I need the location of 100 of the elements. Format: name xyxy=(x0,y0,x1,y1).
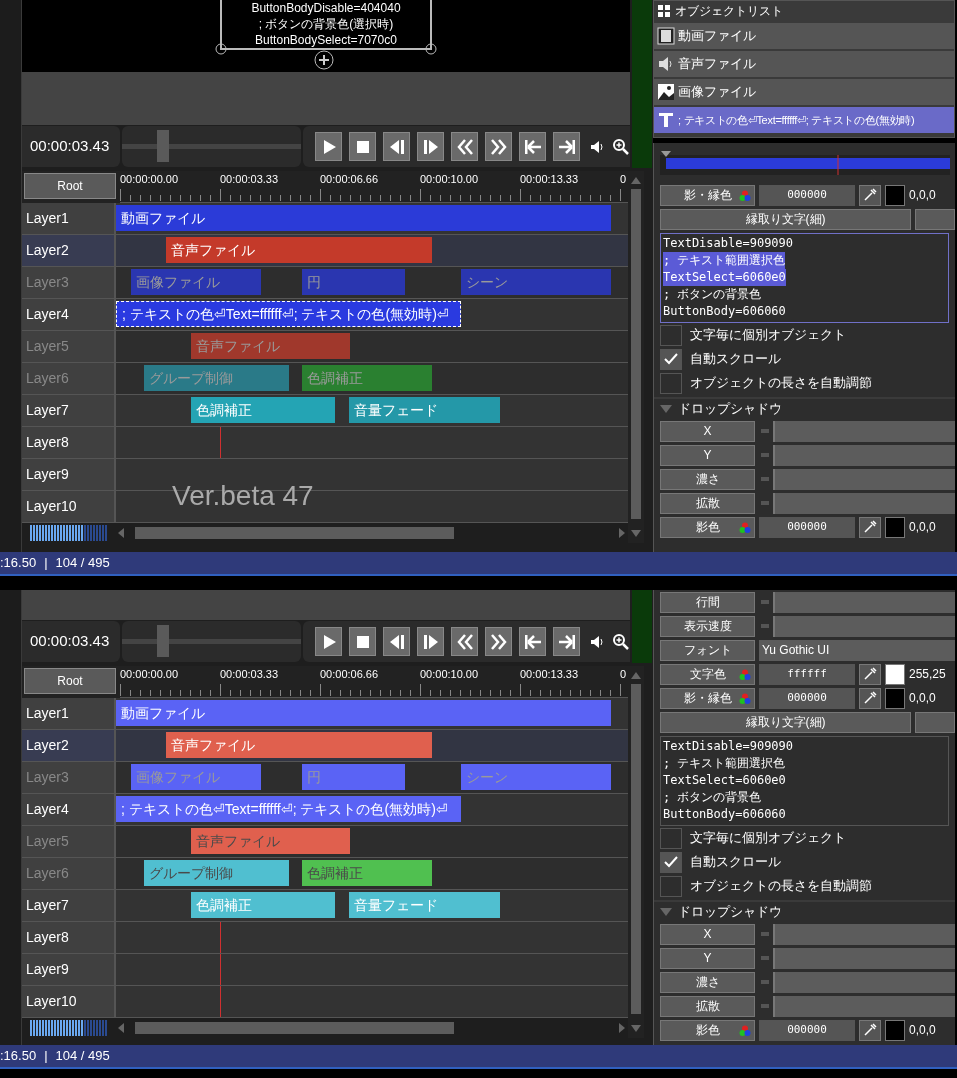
step-forward-button[interactable] xyxy=(417,132,444,161)
slider-handle[interactable] xyxy=(761,932,769,936)
eyedropper-button[interactable] xyxy=(859,516,881,538)
font-dropdown[interactable]: Yu Gothic UI xyxy=(759,639,955,661)
hex-field[interactable]: 000000 xyxy=(759,184,855,206)
timeline-clip[interactable]: 円 xyxy=(302,269,405,295)
object-mini-timeline[interactable] xyxy=(660,151,950,175)
jump-to-end-button[interactable] xyxy=(553,627,580,656)
slider-track[interactable] xyxy=(773,923,955,945)
eyedropper-button[interactable] xyxy=(859,1019,881,1041)
jump-to-start-button[interactable] xyxy=(519,627,546,656)
eyedropper-button[interactable] xyxy=(859,663,881,685)
root-button[interactable]: Root xyxy=(24,668,116,694)
color-wheel-icon[interactable] xyxy=(739,668,751,681)
layer-header[interactable]: Layer10 xyxy=(22,491,116,522)
layer-track[interactable]: ; テキストの色⏎Text=ffffff⏎; テキストの色(無効時)⏎ xyxy=(116,794,628,825)
play-button[interactable] xyxy=(315,132,342,161)
color-swatch[interactable] xyxy=(885,663,905,685)
layer-header[interactable]: Layer10 xyxy=(22,986,116,1017)
horizontal-scrollbar[interactable] xyxy=(135,527,454,539)
horizontal-scrollbar[interactable] xyxy=(135,1022,454,1034)
checkbox[interactable] xyxy=(660,851,682,873)
slider-handle[interactable] xyxy=(761,477,769,481)
fast-forward-button[interactable] xyxy=(485,627,512,656)
checkbox[interactable] xyxy=(660,827,682,849)
layer-header[interactable]: Layer8 xyxy=(22,922,116,953)
object-list-item[interactable]: 動画ファイル xyxy=(654,23,954,49)
seek-thumb[interactable] xyxy=(157,130,169,162)
object-list-item[interactable]: 音声ファイル xyxy=(654,51,954,77)
outline-style-button[interactable]: 縁取り文字(細) xyxy=(660,711,912,733)
jump-to-start-button[interactable] xyxy=(519,132,546,161)
stop-button[interactable] xyxy=(349,132,376,161)
slider-track[interactable] xyxy=(773,591,955,613)
layer-header[interactable]: Layer9 xyxy=(22,459,116,490)
layer-header[interactable]: Layer1 xyxy=(22,203,116,234)
slider-handle[interactable] xyxy=(761,956,769,960)
layer-header[interactable]: Layer1 xyxy=(22,698,116,729)
layer-header[interactable]: Layer2 xyxy=(22,235,116,266)
text-editor[interactable]: TextDisable=909090 ; テキスト範囲選択色 TextSelect=6060e0 ; ボタンの背景色 ButtonBody=606060 xyxy=(660,233,949,323)
scroll-up-icon[interactable] xyxy=(630,175,642,185)
hex-field[interactable]: ffffff xyxy=(759,663,855,685)
section-header[interactable]: ドロップシャドウ xyxy=(654,900,955,922)
checkbox[interactable] xyxy=(660,348,682,370)
property-button[interactable]: 文字色 xyxy=(660,663,755,685)
slider-handle[interactable] xyxy=(761,980,769,984)
scroll-down-icon[interactable] xyxy=(630,529,642,539)
property-button[interactable]: 拡散 xyxy=(660,995,755,1017)
property-button[interactable]: 濃さ xyxy=(660,971,755,993)
color-wheel-icon[interactable] xyxy=(739,1024,751,1037)
layer-header[interactable]: Layer8 xyxy=(22,427,116,458)
property-button[interactable]: 行間 xyxy=(660,591,755,613)
property-button[interactable]: 拡散 xyxy=(660,492,755,514)
rewind-button[interactable] xyxy=(451,132,478,161)
jump-to-end-button[interactable] xyxy=(553,132,580,161)
slider-handle[interactable] xyxy=(761,429,769,433)
layer-header[interactable]: Layer7 xyxy=(22,890,116,921)
slider-track[interactable] xyxy=(773,420,955,442)
timeline-clip[interactable]: 音声ファイル xyxy=(166,732,432,758)
property-button[interactable]: 影色 xyxy=(660,1019,755,1041)
root-button[interactable]: Root xyxy=(24,173,116,199)
layer-track[interactable]: グループ制御 色調補正 xyxy=(116,858,628,889)
step-back-button[interactable] xyxy=(383,627,410,656)
eyedropper-button[interactable] xyxy=(859,687,881,709)
timeline-clip[interactable]: 動画ファイル xyxy=(116,700,611,726)
vertical-scrollbar[interactable] xyxy=(631,189,641,519)
timeline-clip[interactable]: グループ制御 xyxy=(144,860,289,886)
zoom-icon[interactable] xyxy=(612,137,630,156)
color-wheel-icon[interactable] xyxy=(739,692,751,705)
zoom-icon[interactable] xyxy=(612,632,630,651)
slider-track[interactable] xyxy=(773,444,955,466)
stop-button[interactable] xyxy=(349,627,376,656)
seek-bar[interactable] xyxy=(122,126,301,167)
checkbox[interactable] xyxy=(660,372,682,394)
layer-track[interactable]: 音声ファイル xyxy=(116,235,628,266)
hex-field[interactable]: 000000 xyxy=(759,516,855,538)
eyedropper-button[interactable] xyxy=(859,184,881,206)
checkbox[interactable] xyxy=(660,875,682,897)
seek-bar[interactable] xyxy=(122,621,301,662)
layer-track[interactable]: 音声ファイル xyxy=(116,730,628,761)
color-swatch[interactable] xyxy=(885,687,905,709)
property-button[interactable]: 影色 xyxy=(660,516,755,538)
step-back-button[interactable] xyxy=(383,132,410,161)
property-button[interactable]: 影・縁色 xyxy=(660,687,755,709)
color-wheel-icon[interactable] xyxy=(739,521,751,534)
property-button[interactable]: 濃さ xyxy=(660,468,755,490)
style-button[interactable] xyxy=(915,711,955,733)
hex-field[interactable]: 000000 xyxy=(759,1019,855,1041)
vertical-scrollbar[interactable] xyxy=(631,684,641,1014)
resize-handle-icon[interactable] xyxy=(425,43,437,55)
layer-header[interactable]: Layer4 xyxy=(22,299,116,330)
slider-handle[interactable] xyxy=(761,501,769,505)
slider-track[interactable] xyxy=(773,995,955,1017)
layer-track[interactable]: 動画ファイル xyxy=(116,203,628,234)
color-wheel-icon[interactable] xyxy=(739,189,751,202)
slider-track[interactable] xyxy=(773,615,955,637)
timeline-clip[interactable]: ; テキストの色⏎Text=ffffff⏎; テキストの色(無効時)⏎ xyxy=(116,301,461,327)
rewind-button[interactable] xyxy=(451,627,478,656)
text-editor[interactable]: TextDisable=909090 ; テキスト範囲選択色 TextSelect=6060e0 ; ボタンの背景色 ButtonBody=606060 xyxy=(660,736,949,826)
step-forward-button[interactable] xyxy=(417,627,444,656)
hex-field[interactable]: 000000 xyxy=(759,687,855,709)
